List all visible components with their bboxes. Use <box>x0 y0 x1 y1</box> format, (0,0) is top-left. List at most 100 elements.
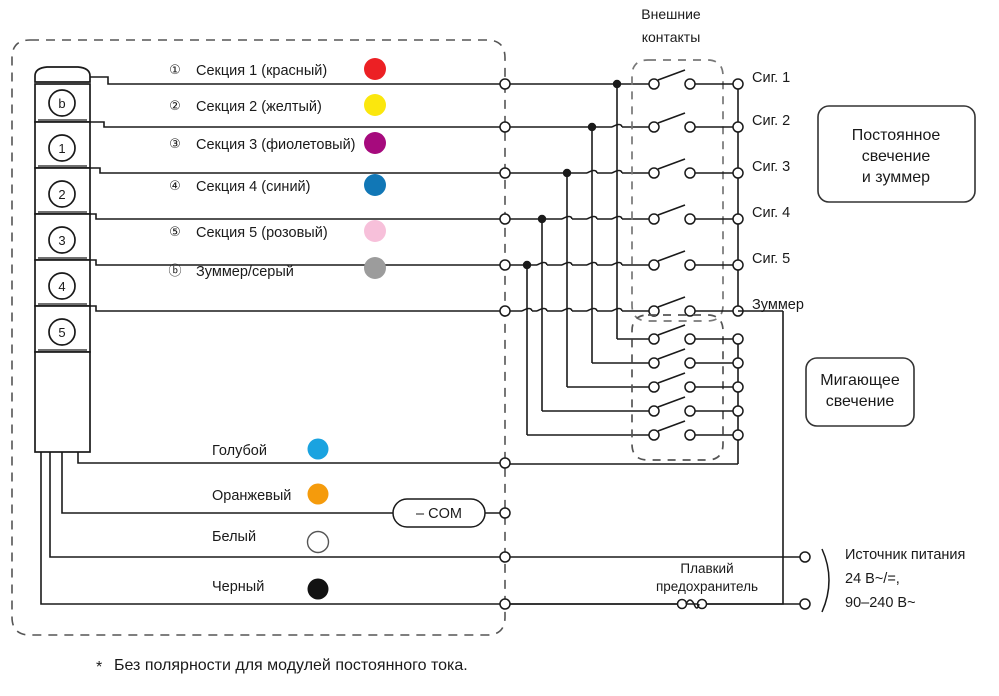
tower-light-device <box>34 66 91 453</box>
footnote-marker: * <box>96 659 102 676</box>
section-label-2: Секция 2 (желтый) <box>196 99 322 115</box>
junction-dot-sig3 <box>562 168 572 178</box>
switch-sig2[interactable] <box>648 112 738 133</box>
section-number-3: ③ <box>169 136 181 151</box>
terminal-sig4 <box>499 213 511 225</box>
steady-switch-bank <box>648 69 738 317</box>
section-legend: ① Секция 1 (красный) ② Секция 2 (желтый)… <box>168 58 386 280</box>
section-color-dot-4 <box>364 174 386 196</box>
terminal-buzzer <box>499 305 511 317</box>
fuse-label-line2: предохранитель <box>656 579 758 594</box>
power-label-line1: Источник питания <box>845 547 965 563</box>
signal-labels: Сиг. 1 Сиг. 2 Сиг. 3 Сиг. 4 Сиг. 5 Зумме… <box>752 70 804 313</box>
fuse-terminal-left <box>676 598 688 610</box>
wire-label-orange: Оранжевый <box>212 488 291 504</box>
terminal-white <box>499 551 511 563</box>
fuse-label-line1: Плавкий <box>680 561 733 576</box>
terminal-sig1 <box>499 78 511 90</box>
flash-switch-4[interactable] <box>648 396 738 417</box>
section-row-1: ① Секция 1 (красный) <box>169 58 386 80</box>
section-number-4: ④ <box>169 178 181 193</box>
tower-badge-4: 4 <box>58 279 65 294</box>
callout-flashing-line1: Мигающее <box>820 372 900 389</box>
flash-switch-5[interactable] <box>648 420 738 441</box>
section-color-dot-buzzer <box>364 257 386 279</box>
junction-dot-sig4 <box>537 214 547 224</box>
callout-steady-line3: и зуммер <box>862 169 930 186</box>
tower-badge-2: 2 <box>58 187 65 202</box>
section-row-3: ③ Секция 3 (фиолетовый) <box>169 132 386 154</box>
callout-steady-line2: свечение <box>862 148 931 165</box>
callout-flashing-line2: свечение <box>826 393 895 410</box>
callout-steady: Постоянное свечение и зуммер <box>817 105 976 203</box>
switch-sig3[interactable] <box>648 158 738 179</box>
terminal-black <box>499 598 511 610</box>
wiring-diagram-page: b 1 2 3 4 5 ① Секция 1 (красный) ② Секци… <box>0 0 999 696</box>
wire-row-orange: Оранжевый <box>212 483 329 505</box>
section-label-5: Секция 5 (розовый) <box>196 225 328 241</box>
wire-row-white: Белый <box>212 529 330 554</box>
junction-dot-sig2 <box>587 122 597 132</box>
wire-label-black: Черный <box>212 579 264 595</box>
terminal-sig5 <box>499 259 511 271</box>
wire-row-black: Черный <box>212 578 329 600</box>
tower-badge-1: 1 <box>58 141 65 156</box>
section-number-buzzer: ⓑ <box>168 263 181 278</box>
flashing-switch-bank <box>648 324 738 441</box>
power-terminal-top <box>799 551 811 563</box>
wiring-diagram-canvas: b 1 2 3 4 5 ① Секция 1 (красный) ② Секци… <box>11 6 976 676</box>
section-color-dot-5 <box>364 220 386 242</box>
signal-label-4: Сиг. 4 <box>752 205 790 221</box>
section-color-dot-1 <box>364 58 386 80</box>
section-color-dot-2 <box>364 94 386 116</box>
wire-color-dot-white <box>306 530 330 554</box>
signal-label-3: Сиг. 3 <box>752 159 790 175</box>
flash-switch-2[interactable] <box>648 348 738 369</box>
section-label-1: Секция 1 (красный) <box>196 63 327 79</box>
external-contacts-title-line2: контакты <box>642 29 701 45</box>
power-terminal-bottom <box>799 598 811 610</box>
signal-runs-to-switches <box>510 83 650 312</box>
com-capsule: – COM <box>392 498 505 528</box>
footnote-text: Без полярности для модулей постоянного т… <box>114 657 468 674</box>
power-brace <box>821 548 830 613</box>
wire-label-blue: Голубой <box>212 443 267 459</box>
lower-wire-routing <box>40 452 505 605</box>
section-row-buzzer: ⓑ Зуммер/серый <box>168 257 386 280</box>
callout-steady-line1: Постоянное <box>852 127 941 144</box>
wire-color-dot-orange <box>307 483 329 505</box>
section-number-2: ② <box>169 98 181 113</box>
signal-label-1: Сиг. 1 <box>752 70 790 86</box>
steady-contacts-group-box <box>631 59 724 322</box>
section-label-3: Секция 3 (фиолетовый) <box>196 137 356 153</box>
section-label-buzzer: Зуммер/серый <box>196 264 294 280</box>
section-number-5: ⑤ <box>169 224 181 239</box>
external-contacts-title-line1: Внешние <box>641 6 701 22</box>
tower-badge-5: 5 <box>58 325 65 340</box>
terminal-sig2 <box>499 121 511 133</box>
terminal-blue <box>499 457 511 469</box>
buzzer-common-return <box>510 311 784 605</box>
flash-switch-1[interactable] <box>648 324 738 345</box>
switch-buzzer[interactable] <box>648 296 738 317</box>
power-label-line2: 24 В~/=, <box>845 571 900 587</box>
switch-sig4[interactable] <box>648 204 738 225</box>
switch-sig5[interactable] <box>648 250 738 271</box>
wire-color-dot-black <box>307 578 329 600</box>
callout-flashing: Мигающее свечение <box>805 357 915 427</box>
wire-label-white: Белый <box>212 529 256 545</box>
section-number-1: ① <box>169 62 181 77</box>
junction-dot-sig5 <box>522 260 532 270</box>
signal-label-5: Сиг. 5 <box>752 251 790 267</box>
section-row-5: ⑤ Секция 5 (розовый) <box>169 220 386 242</box>
terminal-sig3 <box>499 167 511 179</box>
terminal-orange-com <box>499 507 511 519</box>
signal-label-2: Сиг. 2 <box>752 113 790 129</box>
flash-switch-3[interactable] <box>648 372 738 393</box>
tower-badge-b: b <box>58 96 65 111</box>
wire-row-blue: Голубой <box>212 438 329 460</box>
junction-dot-sig1 <box>612 79 622 89</box>
switch-sig1[interactable] <box>648 69 738 90</box>
tower-badge-3: 3 <box>58 233 65 248</box>
section-row-2: ② Секция 2 (желтый) <box>169 94 386 116</box>
